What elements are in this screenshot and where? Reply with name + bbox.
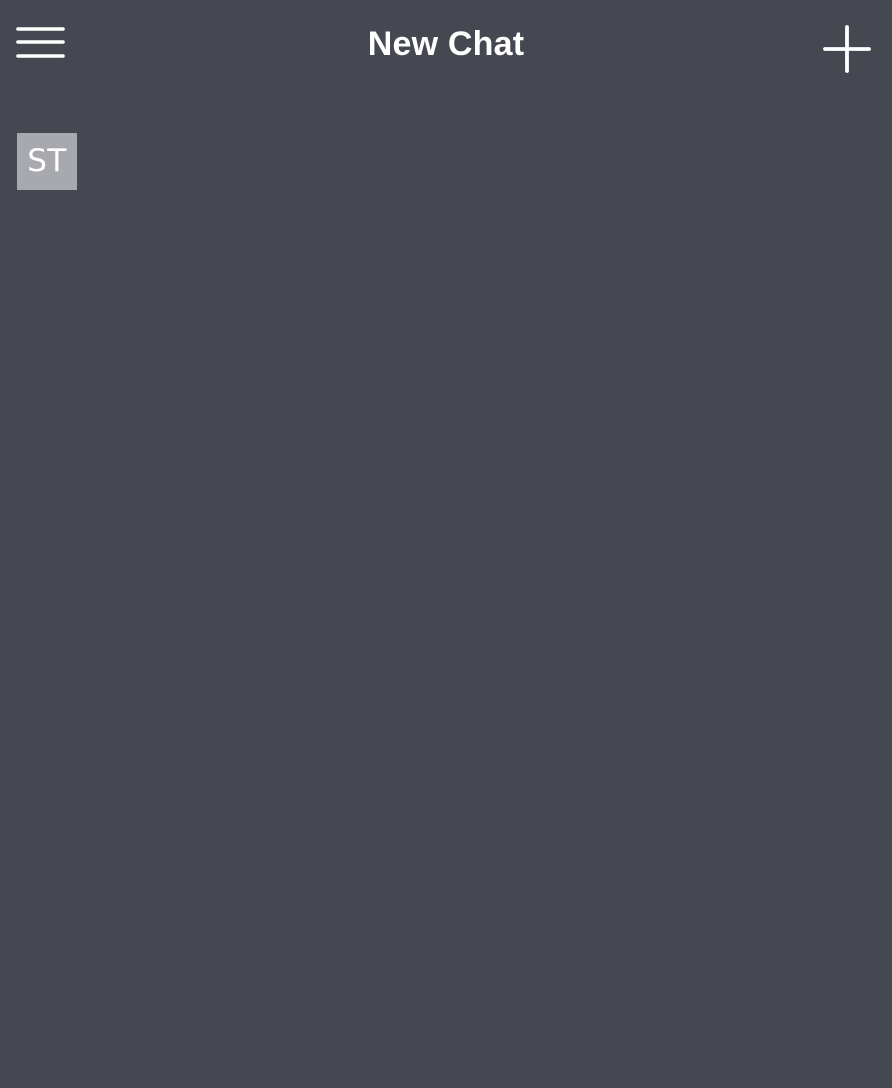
- chat-screen: New Chat ST: [0, 0, 892, 1088]
- hamburger-menu-icon: [16, 27, 65, 58]
- page-title: New Chat: [367, 25, 525, 63]
- avatar: ST: [17, 133, 77, 190]
- menu-button[interactable]: [14, 20, 68, 64]
- plus-icon: [823, 25, 871, 73]
- top-bar: New Chat: [0, 0, 892, 90]
- new-chat-button[interactable]: [820, 22, 874, 76]
